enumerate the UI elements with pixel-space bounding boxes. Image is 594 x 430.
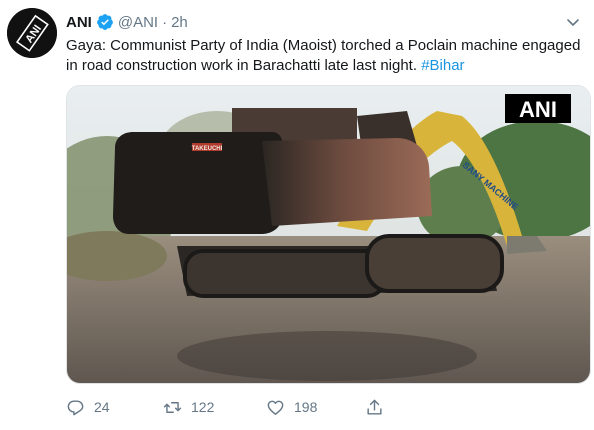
- retweet-icon: [163, 401, 182, 413]
- tweet-body: Gaya: Communist Party of India (Maoist) …: [66, 37, 581, 74]
- action-bar: 24 122 198: [66, 396, 396, 418]
- chevron-down-icon[interactable]: [565, 14, 581, 30]
- separator-dot: ·: [162, 13, 168, 31]
- share-icon: [367, 399, 382, 415]
- tweet-card[interactable]: ANI ANI @ANI · 2h Gaya: Communist Party …: [0, 0, 594, 430]
- reply-icon: [67, 399, 84, 415]
- share-button[interactable]: [365, 398, 384, 417]
- reply-count: 24: [94, 399, 110, 415]
- verified-badge-icon: [96, 14, 113, 30]
- retweet-button[interactable]: 122: [163, 398, 214, 417]
- like-count: 198: [294, 399, 318, 415]
- reply-button[interactable]: 24: [66, 398, 110, 417]
- tweet-time[interactable]: 2h: [171, 14, 188, 31]
- like-icon: [267, 400, 284, 415]
- ani-watermark: ANI: [519, 97, 557, 122]
- hashtag-link[interactable]: #Bihar: [421, 57, 464, 74]
- tweet-media[interactable]: TAKEUCHI SANY MACHINE ANI: [66, 85, 591, 384]
- account-name[interactable]: ANI: [66, 14, 92, 31]
- tweet-header: ANI @ANI · 2h: [66, 11, 188, 33]
- tweet-text: Gaya: Communist Party of India (Maoist) …: [66, 36, 581, 76]
- svg-text:TAKEUCHI: TAKEUCHI: [192, 146, 223, 152]
- avatar[interactable]: ANI: [7, 8, 57, 58]
- account-handle[interactable]: @ANI: [118, 14, 158, 31]
- retweet-count: 122: [191, 399, 215, 415]
- ani-logo: ANI: [7, 8, 57, 58]
- like-button[interactable]: 198: [266, 398, 317, 417]
- burned-excavator-photo: TAKEUCHI SANY MACHINE ANI: [67, 86, 590, 383]
